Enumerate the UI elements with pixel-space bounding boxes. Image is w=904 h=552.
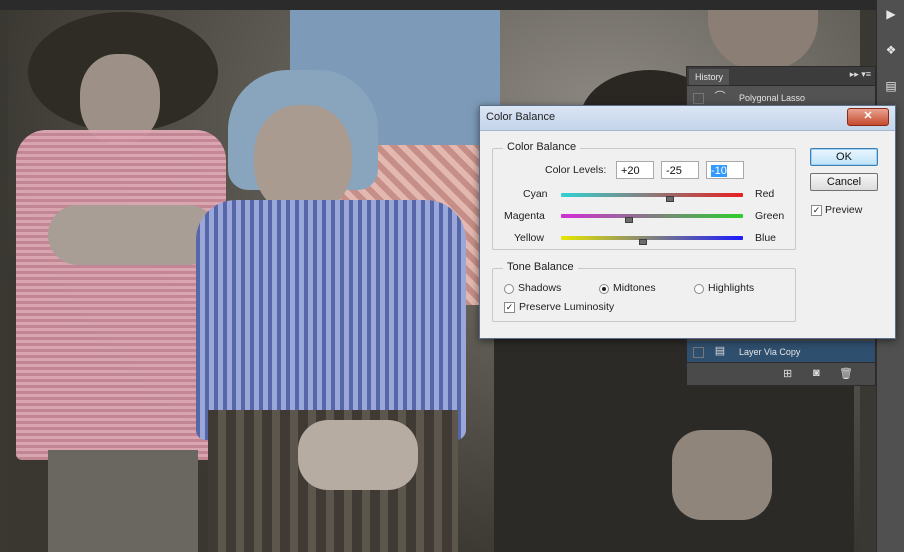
woman-hands <box>298 420 418 490</box>
cancel-button[interactable]: Cancel <box>810 173 878 191</box>
trash-icon[interactable]: 🗑 <box>839 367 853 380</box>
play-icon[interactable]: ▶ <box>881 4 901 24</box>
slider-label-green: Green <box>755 210 785 222</box>
yellow-blue-slider[interactable] <box>561 236 743 245</box>
color-level-yellow-blue-field[interactable]: -10 <box>706 161 744 179</box>
midtones-radio[interactable] <box>599 284 609 294</box>
tone-balance-group: Tone Balance <box>492 261 796 322</box>
dialog-titlebar[interactable]: Color Balance ✕ <box>480 106 895 131</box>
preview-label[interactable]: Preview <box>825 204 862 216</box>
magenta-green-slider-thumb[interactable] <box>625 217 634 223</box>
adjustments-icon[interactable]: ▤ <box>881 76 901 96</box>
girl-arms <box>48 205 218 265</box>
slider-label-magenta: Magenta <box>504 210 545 222</box>
color-balance-group-title: Color Balance <box>503 141 581 153</box>
new-document-from-state-icon[interactable]: ⊞ <box>783 367 792 380</box>
lasso-icon: ⌒ <box>714 91 726 103</box>
cyan-red-slider-thumb[interactable] <box>666 196 675 202</box>
woman-striped-shirt <box>196 200 466 440</box>
cyan-red-slider[interactable] <box>561 193 743 202</box>
midtones-label[interactable]: Midtones <box>613 282 656 294</box>
snapshot-checkbox[interactable] <box>693 93 704 104</box>
slider-label-yellow: Yellow <box>514 232 544 244</box>
color-levels-label: Color Levels: <box>545 164 607 176</box>
preserve-luminosity-label[interactable]: Preserve Luminosity <box>519 301 614 313</box>
highlights-label[interactable]: Highlights <box>708 282 754 294</box>
history-panel-header: History ▸▸ ▾≡ <box>687 67 875 86</box>
history-item-label: Layer Via Copy <box>739 347 801 357</box>
camera-icon[interactable]: ◙ <box>813 367 820 379</box>
document-icon: ▤ <box>714 345 726 357</box>
close-button[interactable]: ✕ <box>847 108 889 126</box>
woman-face <box>254 105 352 215</box>
history-item-layer-via-copy[interactable]: ▤ Layer Via Copy <box>687 341 875 363</box>
man-hands <box>672 430 772 520</box>
slider-label-cyan: Cyan <box>523 188 548 200</box>
magenta-green-slider[interactable] <box>561 214 743 223</box>
dialog-title: Color Balance <box>486 111 556 123</box>
slider-label-red: Red <box>755 188 775 200</box>
history-footer: ⊞ ◙ 🗑 <box>687 362 875 385</box>
snapshot-checkbox[interactable] <box>693 347 704 358</box>
girl-legs <box>48 450 198 552</box>
slider-label-blue: Blue <box>755 232 777 244</box>
tone-balance-group-title: Tone Balance <box>503 261 578 273</box>
girl-pink-dress <box>16 130 226 460</box>
color-level-magenta-green-field[interactable]: -25 <box>661 161 699 179</box>
tab-history[interactable]: History <box>689 69 730 85</box>
yellow-blue-slider-thumb[interactable] <box>638 239 647 245</box>
shadows-label[interactable]: Shadows <box>518 282 561 294</box>
info-icon[interactable]: ❖ <box>881 40 901 60</box>
highlights-radio[interactable] <box>694 284 704 294</box>
panel-menu-icon[interactable]: ▸▸ ▾≡ <box>850 69 871 80</box>
color-level-cyan-red-field[interactable]: +20 <box>616 161 654 179</box>
color-balance-dialog: Color Balance ✕ Color Balance Color Leve… <box>479 105 896 339</box>
shadows-radio[interactable] <box>504 284 514 294</box>
canvas-top-edge <box>0 0 904 10</box>
ok-button[interactable]: OK <box>810 148 878 166</box>
preview-checkbox[interactable]: ✓ <box>811 205 822 216</box>
preserve-luminosity-checkbox[interactable]: ✓ <box>504 302 515 313</box>
